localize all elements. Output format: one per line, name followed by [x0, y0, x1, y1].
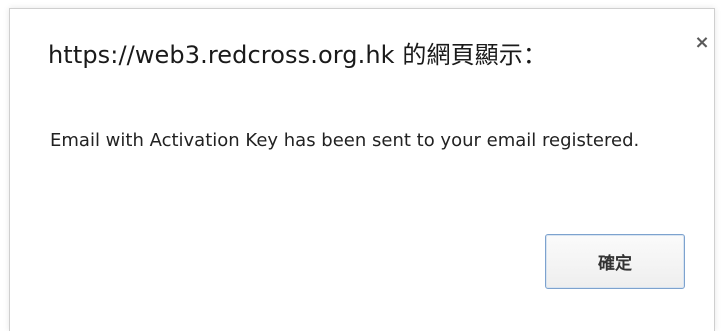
- close-icon[interactable]: ×: [692, 33, 712, 53]
- ok-button-label: 確定: [598, 254, 632, 274]
- dialog-title: https://web3.redcross.org.hk 的網頁顯示：: [48, 41, 547, 69]
- dialog-message: Email with Activation Key has been sent …: [50, 130, 640, 151]
- ok-button[interactable]: 確定: [545, 234, 685, 289]
- alert-dialog: https://web3.redcross.org.hk 的網頁顯示： × Em…: [9, 8, 715, 331]
